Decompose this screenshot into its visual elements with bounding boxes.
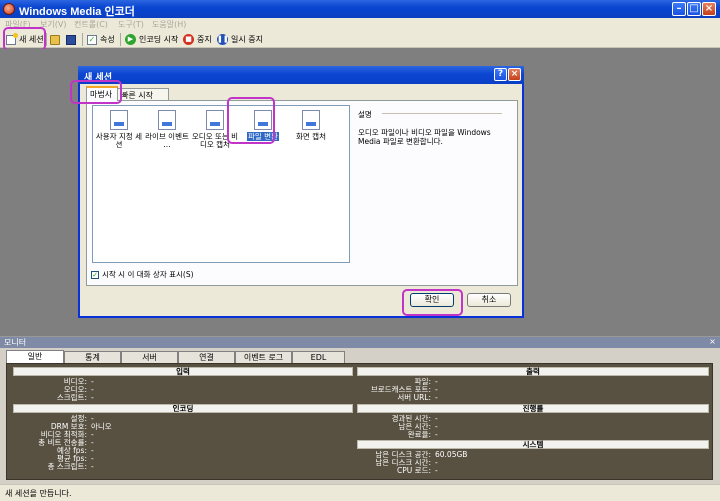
window-title: Windows Media 인코더 xyxy=(19,6,135,18)
wizard-item-live[interactable]: 라이브 이벤트 ... xyxy=(141,110,193,149)
encoding-row: 총 스크립트: - xyxy=(13,463,94,471)
monitor-close-icon[interactable]: × xyxy=(708,338,717,347)
wizard-panel: 사용자 지정 세션 라이브 이벤트 ... 오디오 또는 비디오 캡처 파일 변… xyxy=(86,100,518,286)
progress-row: 완료율: - xyxy=(357,431,438,439)
highlight-ok-button xyxy=(402,289,463,316)
encoding-heading: 인코딩 xyxy=(13,404,353,413)
wizard-item-label: 화면 캡처 xyxy=(296,132,326,141)
kv-label: 서버 URL: xyxy=(397,393,431,402)
save-disk-icon xyxy=(66,34,76,45)
description-heading: 설명 xyxy=(358,110,372,119)
kv-label: 완료율: xyxy=(407,430,431,439)
start-icon: ▶ xyxy=(125,34,136,45)
menu-help[interactable]: 도움말(H) xyxy=(152,19,186,30)
kv-value: 60.05GB xyxy=(435,450,468,459)
capture-icon xyxy=(206,110,224,130)
status-text: 새 세션을 만듭니다. xyxy=(5,489,72,498)
input-heading: 입력 xyxy=(13,367,353,376)
stop-button[interactable]: ■ 중지 xyxy=(183,33,212,46)
description-divider xyxy=(382,113,502,114)
monitor-panel: 모니터 × 일반 통계 서버 연결 이벤트 로그 EDL 입력 비디오: - 오디… xyxy=(0,336,720,484)
tab-wizard[interactable]: 마법사 xyxy=(86,86,118,101)
wizard-item-label: 사용자 지정 세션 xyxy=(95,132,143,149)
cancel-button[interactable]: 취소 xyxy=(467,293,511,307)
tab-statistics[interactable]: 통계 xyxy=(64,351,121,363)
properties-label: 속성 xyxy=(100,35,115,44)
output-heading: 출력 xyxy=(357,367,709,376)
kv-label: 총 스크립트: xyxy=(47,462,87,471)
output-url-row: 서버 URL: - xyxy=(357,393,438,402)
kv-label: CPU 로드: xyxy=(397,466,431,475)
menu-control[interactable]: 컨트롤(C) xyxy=(74,19,108,30)
system-row: CPU 로드: - xyxy=(357,467,438,475)
highlight-new-session xyxy=(3,27,46,51)
pause-icon: ❚❚ xyxy=(217,34,229,45)
description-text: 오디오 파일이나 비디오 파일을 Windows Media 파일로 변환합니다… xyxy=(358,128,491,146)
monitor-general-panel: 입력 비디오: - 오디오: - 스크립트: - 출력 파일: - 브로드캐스트 포트:… xyxy=(6,363,713,480)
kv-value: - xyxy=(435,466,438,475)
kv-value: - xyxy=(435,430,438,439)
toolbar-separator xyxy=(46,33,47,46)
menu-tools[interactable]: 도구(T) xyxy=(118,19,144,30)
kv-value: - xyxy=(91,393,94,402)
status-bar: 새 세션을 만듭니다. xyxy=(0,484,720,501)
maximize-button[interactable]: □ xyxy=(687,2,701,16)
new-session-dialog: 새 세션 ? × 마법사 빠른 시작 사용자 지정 세션 라이브 이벤트 ...… xyxy=(78,66,524,318)
toolbar: 새 세션 ✓ 속성 ▶ 인코딩 시작 ■ 중지 ❚❚ 일시 중지 xyxy=(0,30,720,48)
show-on-start-row[interactable]: ✓ 시작 시 이 대화 상자 표시(S) xyxy=(91,269,194,280)
custom-session-icon xyxy=(110,110,128,130)
start-encoding-button[interactable]: ▶ 인코딩 시작 xyxy=(125,33,178,46)
kv-label: 스크립트: xyxy=(56,393,87,402)
tab-general[interactable]: 일반 xyxy=(6,350,64,363)
properties-icon: ✓ xyxy=(87,34,97,45)
pause-label: 일시 중지 xyxy=(231,35,263,44)
show-on-start-label: 시작 시 이 대화 상자 표시(S) xyxy=(102,270,194,279)
dialog-titlebar: 새 세션 ? × xyxy=(78,66,524,84)
monitor-titlebar: 모니터 × xyxy=(0,337,720,348)
wizard-item-label: 라이브 이벤트 ... xyxy=(145,132,189,149)
properties-button[interactable]: ✓ 속성 xyxy=(87,33,115,46)
tab-edl[interactable]: EDL xyxy=(292,351,345,363)
highlight-convert-file xyxy=(227,97,275,144)
tab-server[interactable]: 서버 xyxy=(121,351,178,363)
live-event-icon xyxy=(158,110,176,130)
save-button[interactable] xyxy=(66,33,79,46)
kv-value: 아니오 xyxy=(91,422,112,431)
input-script-row: 스크립트: - xyxy=(13,394,94,402)
close-button[interactable]: × xyxy=(702,2,716,16)
minimize-button[interactable]: – xyxy=(672,2,686,16)
app-icon xyxy=(3,3,15,15)
kv-value: - xyxy=(91,462,94,471)
stop-icon: ■ xyxy=(183,34,194,45)
open-button[interactable] xyxy=(50,33,63,46)
pause-button[interactable]: ❚❚ 일시 중지 xyxy=(217,33,263,46)
wizard-item-custom[interactable]: 사용자 지정 세션 xyxy=(93,110,145,149)
open-folder-icon xyxy=(50,34,60,45)
wizard-item-screen[interactable]: 화면 캡처 xyxy=(285,110,337,141)
dialog-close-button[interactable]: × xyxy=(508,68,521,81)
screen-capture-icon xyxy=(302,110,320,130)
wizard-list[interactable]: 사용자 지정 세션 라이브 이벤트 ... 오디오 또는 비디오 캡처 파일 변… xyxy=(92,105,350,263)
tab-event-log[interactable]: 이벤트 로그 xyxy=(235,351,292,363)
help-button[interactable]: ? xyxy=(494,68,507,81)
window-titlebar: Windows Media 인코더 – □ × xyxy=(0,0,720,18)
start-encoding-label: 인코딩 시작 xyxy=(139,35,179,44)
show-on-start-checkbox[interactable]: ✓ xyxy=(91,270,99,279)
system-heading: 시스템 xyxy=(357,440,709,449)
monitor-title: 모니터 xyxy=(4,338,27,347)
progress-heading: 진행률 xyxy=(357,404,709,413)
toolbar-separator xyxy=(82,33,83,46)
stop-label: 중지 xyxy=(197,35,212,44)
menu-bar: 파일(F) 보기(V) 컨트롤(C) 도구(T) 도움말(H) xyxy=(0,18,720,30)
kv-value: - xyxy=(435,393,438,402)
toolbar-separator xyxy=(120,33,121,46)
tab-connection[interactable]: 연결 xyxy=(178,351,235,363)
